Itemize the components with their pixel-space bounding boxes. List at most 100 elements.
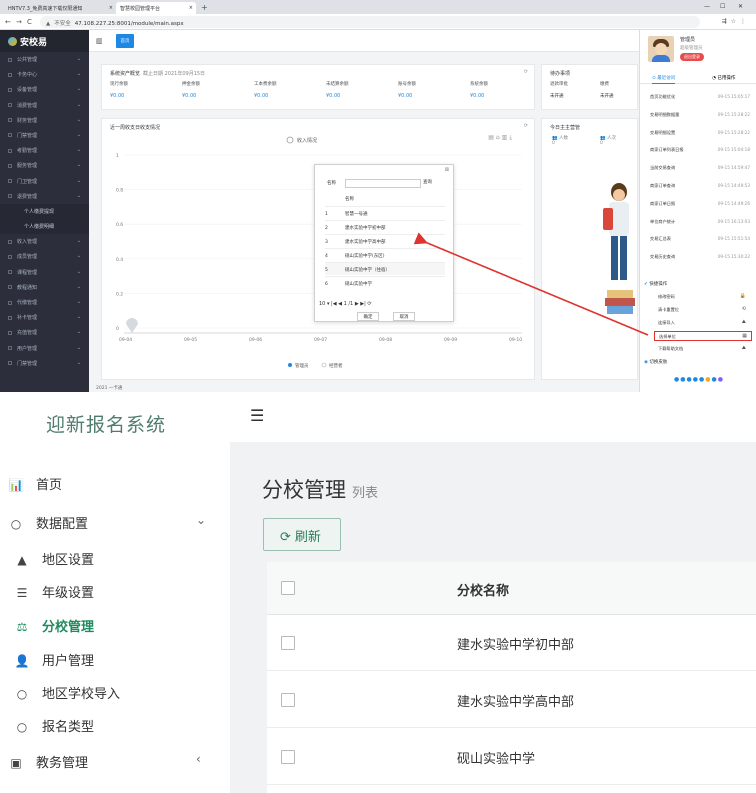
list-item[interactable]: 4 砚山实验中学(东区)	[325, 248, 445, 261]
quick-action[interactable]: 清卡重置位 ⟲	[658, 305, 750, 315]
sidebar-item[interactable]: 用户管理 ⌄	[0, 341, 89, 356]
recent-item[interactable]: 商家订单查询 09-15 14:49:53	[650, 183, 750, 189]
quick-action[interactable]: 下载帮助文档 ⛰	[658, 344, 750, 354]
tab-recent[interactable]: ⊙ 最近访问	[652, 75, 676, 84]
nav-item[interactable]: ⚖ 分校管理	[14, 616, 94, 638]
maximize-icon[interactable]: ☐	[720, 3, 725, 10]
forward-icon[interactable]: →	[16, 18, 22, 26]
list-item[interactable]: 5 砚山实验中学（住宿）	[325, 262, 445, 275]
browser-toolbar-icons[interactable]: ⇶☆⋮	[722, 18, 750, 25]
browser-tabbar: HNTV7.3_免费高速下载仅限通知 × 智慧校园管理平台 × + — ☐ ✕	[0, 0, 756, 14]
sidebar-item[interactable]: 服务管理 ⌄	[0, 158, 89, 173]
theme-color-dots[interactable]: ●●●●●●●●	[674, 376, 724, 383]
pagination[interactable]: 10 ▾ |◀ ◀ 1 /1 ▶ ▶| ⟳	[319, 301, 372, 307]
nav-item[interactable]: 📊 首页	[8, 474, 63, 496]
quick-action-label: 修改密码	[658, 294, 675, 299]
avatar[interactable]	[648, 36, 674, 62]
sidebar-item[interactable]: 消费管理 ⌄	[0, 98, 89, 113]
quick-action[interactable]: 选择单位 ▦	[654, 331, 752, 341]
menu-toggle-icon[interactable]: ▥	[96, 37, 103, 45]
sidebar-item[interactable]: 门禁管理 ⌄	[0, 356, 89, 371]
logout-button[interactable]: 退出登录	[680, 53, 704, 61]
table-row[interactable]: 建水实验中学初中部	[267, 615, 756, 671]
recent-item[interactable]: 交易汇总表 09-15 15:51:54	[650, 236, 750, 242]
select-all-checkbox[interactable]	[281, 581, 295, 595]
user-name: 管理员	[680, 37, 696, 43]
list-item[interactable]: 3 建水实验中学高中部	[325, 234, 445, 247]
recent-item[interactable]: 单位商户统计 09-15 16:13:03	[650, 219, 750, 225]
todo-item[interactable]: 缴费 未开通	[600, 81, 614, 99]
list-item[interactable]: 1 智慧一号通	[325, 206, 445, 219]
sidebar-item-label: 门禁管理	[17, 132, 38, 139]
cancel-button[interactable]: 取消	[393, 312, 415, 321]
search-input[interactable]	[345, 179, 421, 188]
close-icon[interactable]: ⊠	[445, 167, 449, 173]
quick-action[interactable]: 修改密码 🔒	[658, 292, 750, 302]
list-item[interactable]: 2 建水实验中学初中部	[325, 220, 445, 233]
nav-item[interactable]: ○ 数据配置 ⌄	[8, 513, 206, 535]
recent-item[interactable]: 交易历史查询 09-15 15:30:22	[650, 254, 750, 260]
legend-label: 管理员	[295, 362, 309, 369]
browser-tab-active[interactable]: 智慧校园管理平台 ×	[116, 2, 196, 14]
recent-time: 09-15 14:49:26	[717, 200, 750, 206]
nav-item[interactable]: ○ 报名类型	[14, 716, 94, 738]
table-row[interactable]: 砚山实验中学	[267, 729, 756, 785]
sidebar-item[interactable]: 补卡管理 ⌄	[0, 310, 89, 325]
search-button[interactable]: 查询	[423, 179, 432, 185]
sidebar: 安校易 公共管理 ⌄ 卡务中心 ⌄ 设备管理 ⌄ 消费管理 ⌄ 财务管理 ⌄ 门禁管理 ⌄ 考勤管理 ⌄ 服…	[0, 30, 89, 392]
sidebar-item[interactable]: 收入管理 ⌄	[0, 234, 89, 249]
sidebar-item[interactable]: 门卫管理 ⌄	[0, 174, 89, 189]
sidebar-subitem[interactable]: 个人缴费明细	[0, 219, 89, 235]
recent-item[interactable]: 商家订单日报 09-15 14:49:26	[650, 201, 750, 207]
address-bar[interactable]: ▲ 不安全 47.108.227.25:8001/module/main.aspx	[40, 16, 700, 28]
chevron-down-icon: ⌄	[76, 299, 81, 305]
nav-item[interactable]: ☰ 年级设置	[14, 582, 94, 604]
sidebar-item[interactable]: 退费管理 ⌄	[0, 189, 89, 204]
back-icon[interactable]: ←	[5, 18, 11, 26]
nav-item[interactable]: ○ 地区学校导入	[14, 683, 120, 705]
nav-item[interactable]: ▣ 教务管理 ‹	[8, 752, 200, 774]
close-window-icon[interactable]: ✕	[738, 3, 743, 10]
nav-item[interactable]: ▲ 地区设置	[14, 549, 94, 571]
sidebar-item[interactable]: 门禁管理 ⌄	[0, 128, 89, 143]
sidebar-item-label: 门卫管理	[17, 178, 38, 185]
recent-item[interactable]: 当前交易查询 09-15 14:59:47	[650, 165, 750, 171]
row-checkbox[interactable]	[281, 636, 295, 650]
recent-item[interactable]: 商家订单列表日报 09-15 15:04:18	[650, 147, 750, 153]
sidebar-item[interactable]: 卡务中心 ⌄	[0, 67, 89, 82]
sidebar-item[interactable]: 代缴管理 ⌄	[0, 295, 89, 310]
refresh-icon[interactable]: ⟳	[524, 69, 528, 75]
todo-item[interactable]: 退款审批 未开通	[550, 81, 568, 99]
home-tab[interactable]: 首页	[116, 34, 134, 48]
sidebar-item[interactable]: 考勤管理 ⌄	[0, 143, 89, 158]
reload-icon[interactable]: C	[27, 18, 32, 26]
sidebar-item[interactable]: 充值管理 ⌄	[0, 325, 89, 340]
refresh-button[interactable]: ⟳ 刷新	[263, 518, 341, 551]
confirm-button[interactable]: 确定	[357, 312, 379, 321]
theme-section-title: ◉ 切换皮肤	[644, 360, 668, 365]
recent-item[interactable]: 交易明细数据量 09-15 15:28:22	[650, 112, 750, 118]
row-checkbox[interactable]	[281, 750, 295, 764]
recent-item[interactable]: 首页功能优化 09-15 15:05:17	[650, 94, 750, 100]
browser-tab[interactable]: HNTV7.3_免费高速下载仅限通知 ×	[4, 2, 116, 14]
list-item[interactable]: 6 砚山实验中学	[325, 276, 445, 289]
assets-card: 系统资产概览 截止日期 2021年09月15日 ⟳ 现行余额 ¥0.00 押金余额 ¥0…	[101, 64, 535, 110]
row-checkbox[interactable]	[281, 693, 295, 707]
sidebar-item[interactable]: 课程管理 ⌄	[0, 265, 89, 280]
new-tab-icon[interactable]: +	[201, 3, 208, 12]
recent-item[interactable]: 交易明细设置 09-15 15:28:22	[650, 130, 750, 136]
sidebar-item[interactable]: 设备管理 ⌄	[0, 82, 89, 97]
tab-quick[interactable]: ◔ 已用操作	[712, 75, 735, 81]
sidebar-item[interactable]: 公共管理 ⌄	[0, 52, 89, 67]
sidebar-item-label: 公共管理	[17, 57, 38, 63]
minimize-icon[interactable]: —	[704, 3, 710, 10]
sidebar-item[interactable]: 财务管理 ⌄	[0, 113, 89, 128]
sidebar-item[interactable]: 成员管理 ⌄	[0, 249, 89, 264]
nav-item[interactable]: 👤 用户管理	[14, 650, 95, 672]
table-row[interactable]: 建水实验中学高中部	[267, 672, 756, 728]
menu-icon	[8, 118, 12, 123]
quick-action[interactable]: 连接导入 ⛰	[658, 318, 750, 328]
sidebar-item[interactable]: 教程通知 ⌄	[0, 280, 89, 295]
sidebar-subitem[interactable]: 个人缴费提现	[0, 203, 89, 220]
menu-toggle-icon[interactable]: ☰	[250, 406, 264, 425]
